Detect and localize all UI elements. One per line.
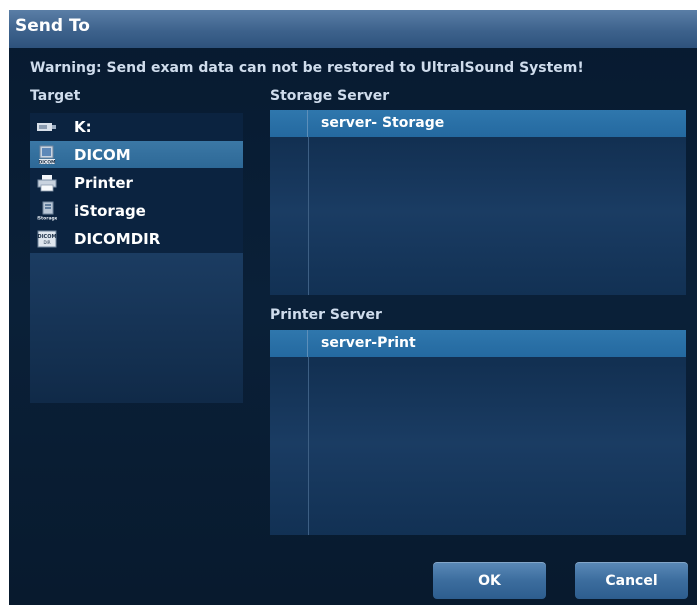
target-item-k[interactable]: K: xyxy=(30,113,243,140)
dicomdir-icon: DICOM DIR xyxy=(36,230,58,248)
printer-server-row[interactable]: server-Print xyxy=(270,330,686,357)
title-bar: Send To xyxy=(9,10,697,48)
target-item-label: DICOM xyxy=(74,145,131,164)
svg-text:DICOM: DICOM xyxy=(38,159,56,165)
svg-text:DIR: DIR xyxy=(43,240,50,245)
target-panel: K: DICOM DICOM Printer iStorage iStorage… xyxy=(30,113,243,403)
target-item-istorage[interactable]: iStorage iStorage xyxy=(30,197,243,224)
printer-server-list[interactable]: server-Print xyxy=(270,330,686,535)
target-item-label: K: xyxy=(74,117,92,136)
column-divider xyxy=(308,110,309,295)
ok-button[interactable]: OK xyxy=(433,562,546,599)
column-divider xyxy=(308,330,309,535)
target-item-printer[interactable]: Printer xyxy=(30,169,243,196)
server-name: server- Storage xyxy=(321,115,445,131)
target-item-dicom[interactable]: DICOM DICOM xyxy=(30,141,243,168)
server-name: server-Print xyxy=(321,335,416,351)
printer-server-label: Printer Server xyxy=(270,307,382,323)
row-index-cell xyxy=(270,110,308,137)
target-list: K: DICOM DICOM Printer iStorage iStorage… xyxy=(30,113,243,253)
storage-server-list[interactable]: server- Storage xyxy=(270,110,686,295)
dicom-icon: DICOM xyxy=(36,145,58,165)
usb-drive-icon xyxy=(36,118,58,136)
printer-icon xyxy=(36,174,58,192)
row-index-cell xyxy=(270,330,308,357)
storage-server-label: Storage Server xyxy=(270,88,390,104)
warning-message: Warning: Send exam data can not be resto… xyxy=(30,60,584,76)
storage-server-row[interactable]: server- Storage xyxy=(270,110,686,137)
target-item-label: DICOMDIR xyxy=(74,229,161,248)
send-to-dialog: Send To Warning: Send exam data can not … xyxy=(9,10,697,605)
target-item-label: Printer xyxy=(74,173,133,192)
target-item-label: iStorage xyxy=(74,201,146,220)
svg-text:iStorage: iStorage xyxy=(37,215,57,221)
target-item-dicomdir[interactable]: DICOM DIR DICOMDIR xyxy=(30,225,243,252)
cancel-button[interactable]: Cancel xyxy=(575,562,688,599)
target-label: Target xyxy=(30,88,81,104)
dialog-title: Send To xyxy=(15,16,90,36)
istorage-icon: iStorage xyxy=(36,201,58,221)
